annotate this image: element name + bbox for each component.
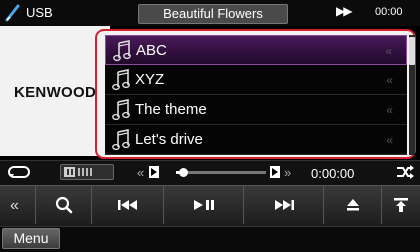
shuffle-icon[interactable] [395, 163, 415, 181]
svg-text:«: « [10, 197, 19, 213]
collapse-icon: « [10, 197, 19, 213]
progress-bar[interactable] [176, 171, 266, 174]
playing-status-icon: ▶▶ [336, 4, 353, 18]
menu-bar [0, 226, 420, 252]
menu-button[interactable]: Menu [2, 228, 60, 249]
next-track-button[interactable] [244, 186, 324, 224]
playlist-item[interactable]: Let's drive « [105, 125, 407, 155]
scrollbar-thumb[interactable] [409, 37, 415, 65]
progress-knob[interactable] [179, 168, 188, 177]
brand-logo: KENWOOD [14, 84, 97, 101]
previous-track-button[interactable] [92, 186, 164, 224]
track-title[interactable]: Beautiful Flowers [138, 4, 288, 24]
repeat-icon[interactable] [6, 164, 32, 180]
upload-icon [394, 198, 408, 212]
expand-arrow-icon[interactable]: « [386, 133, 393, 147]
music-note-icon [113, 40, 131, 62]
play-pause-button[interactable] [164, 186, 244, 224]
music-note-icon [112, 99, 130, 121]
source-label: USB [26, 5, 53, 20]
equalizer-button[interactable] [60, 164, 114, 180]
eject-button[interactable] [324, 186, 382, 224]
expand-arrow-icon[interactable]: « [385, 44, 392, 58]
collapse-button[interactable]: « [0, 186, 36, 224]
search-button[interactable] [36, 186, 92, 224]
playlist-item[interactable]: The theme « [105, 95, 407, 125]
playlist-item[interactable]: ABC « [105, 35, 407, 65]
upload-button[interactable] [382, 186, 420, 224]
playlist-item-label: ABC [136, 42, 167, 59]
playlist-item-label: Let's drive [135, 131, 203, 148]
playlist: ABC « XYZ « The theme « Let's drive « [105, 35, 407, 155]
skip-forward-icon[interactable]: » [270, 163, 310, 181]
eject-icon [346, 199, 359, 211]
music-note-icon [112, 129, 130, 151]
next-track-icon [274, 200, 294, 210]
music-note-icon [112, 69, 130, 91]
expand-arrow-icon[interactable]: « [386, 103, 393, 117]
equalizer-icon [64, 167, 92, 177]
playlist-item-label: The theme [135, 101, 207, 118]
playlist-item-label: XYZ [135, 71, 165, 88]
elapsed-time: 0:00:00 [311, 166, 355, 181]
svg-text:»: » [284, 165, 291, 180]
top-time: 00:00 [375, 6, 403, 18]
usb-source-icon [5, 4, 20, 22]
play-pause-icon [193, 200, 214, 210]
svg-text:«: « [137, 165, 144, 180]
previous-track-icon [117, 200, 137, 210]
expand-arrow-icon[interactable]: « [386, 73, 393, 87]
playlist-item[interactable]: XYZ « [105, 65, 407, 95]
search-icon [55, 196, 72, 214]
